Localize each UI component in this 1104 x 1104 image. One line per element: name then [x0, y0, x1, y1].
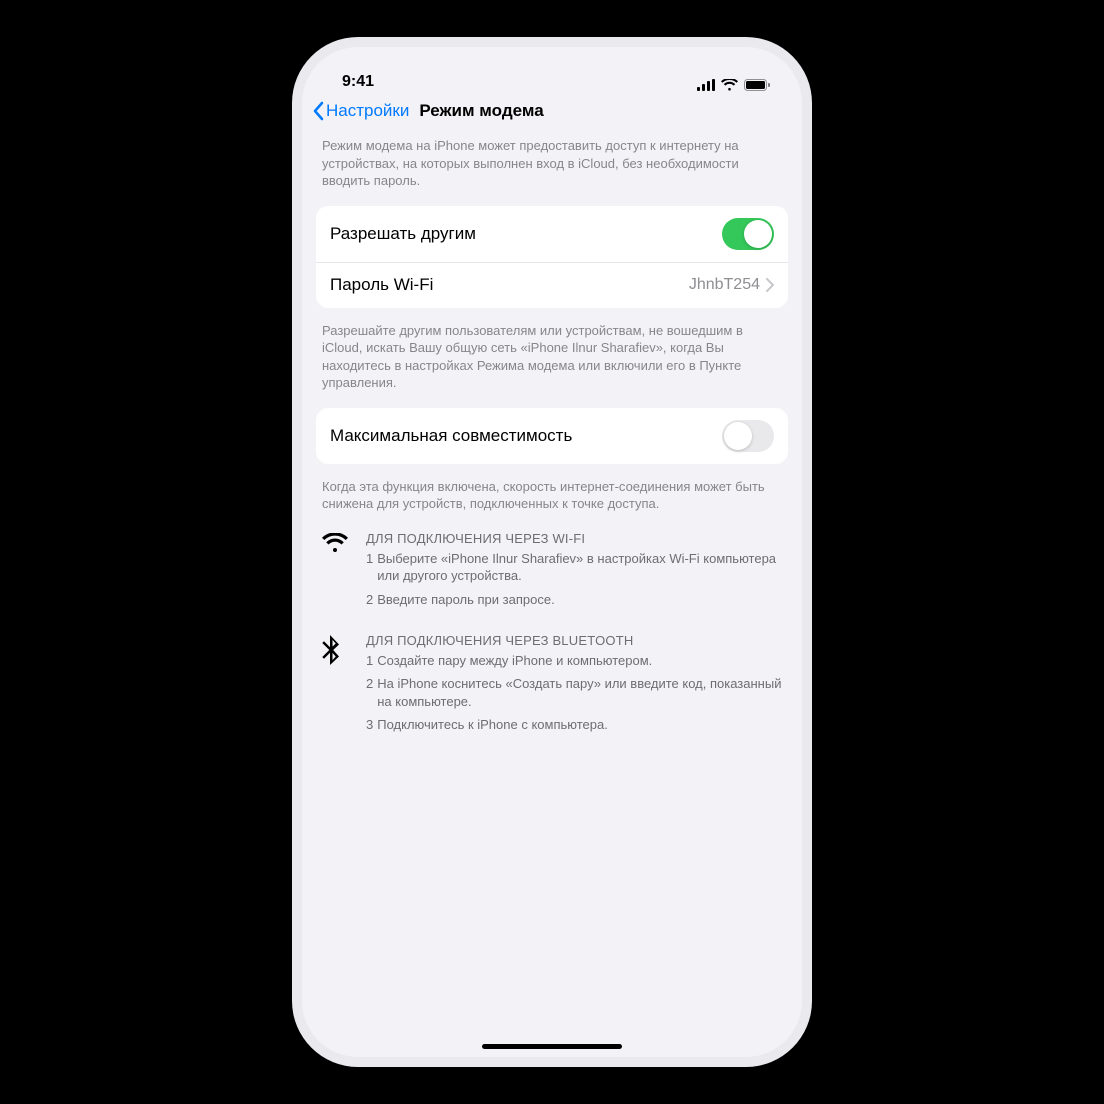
chevron-right-icon — [766, 278, 774, 292]
max-compat-toggle[interactable] — [722, 420, 774, 452]
wifi-instructions-title: ДЛЯ ПОДКЛЮЧЕНИЯ ЧЕРЕЗ WI-FI — [366, 531, 782, 546]
allow-others-toggle[interactable] — [722, 218, 774, 250]
wifi-step-1: 1Выберите «iPhone Ilnur Sharafiev» в нас… — [366, 550, 782, 585]
bt-step-1: 1Создайте пару между iPhone и компьютеро… — [366, 652, 782, 670]
instructions-section: ДЛЯ ПОДКЛЮЧЕНИЯ ЧЕРЕЗ WI-FI 1Выберите «i… — [302, 521, 802, 740]
max-compat-label: Максимальная совместимость — [330, 426, 572, 446]
status-bar: 9:41 — [302, 47, 802, 93]
max-compat-row: Максимальная совместимость — [316, 408, 788, 464]
back-label: Настройки — [326, 101, 409, 121]
wifi-password-row[interactable]: Пароль Wi-Fi JhnbT254 — [316, 262, 788, 308]
compat-group: Максимальная совместимость — [316, 408, 788, 464]
wifi-instruction-icon — [322, 531, 350, 615]
wifi-instructions: ДЛЯ ПОДКЛЮЧЕНИЯ ЧЕРЕЗ WI-FI 1Выберите «i… — [322, 531, 782, 615]
wifi-icon — [721, 79, 738, 91]
bluetooth-instructions-title: ДЛЯ ПОДКЛЮЧЕНИЯ ЧЕРЕЗ BLUETOOTH — [366, 633, 782, 648]
back-button[interactable]: Настройки — [312, 101, 409, 121]
bluetooth-instructions: ДЛЯ ПОДКЛЮЧЕНИЯ ЧЕРЕЗ BLUETOOTH 1Создайт… — [322, 633, 782, 740]
scroll-content[interactable]: Режим модема на iPhone может предоставит… — [302, 131, 802, 1057]
nav-bar: Настройки Режим модема — [302, 93, 802, 131]
home-indicator[interactable] — [482, 1044, 622, 1049]
bt-step-2: 2На iPhone коснитесь «Создать пару» или … — [366, 675, 782, 710]
cellular-signal-icon — [697, 79, 715, 91]
allow-others-row: Разрешать другим — [316, 206, 788, 262]
intro-text: Режим модема на iPhone может предоставит… — [302, 131, 802, 198]
bluetooth-instruction-icon — [322, 633, 350, 740]
bt-step-3: 3Подключитесь к iPhone с компьютера. — [366, 716, 782, 734]
phone-frame: 9:41 Настройки Режим модема Режим модема… — [302, 47, 802, 1057]
battery-icon — [744, 79, 770, 91]
status-icons — [697, 79, 770, 91]
hotspot-group: Разрешать другим Пароль Wi-Fi JhnbT254 — [316, 206, 788, 308]
wifi-password-value: JhnbT254 — [689, 276, 760, 294]
max-compat-footer: Когда эта функция включена, скорость инт… — [302, 472, 802, 521]
page-title: Режим модема — [419, 101, 543, 121]
wifi-password-label: Пароль Wi-Fi — [330, 275, 433, 295]
wifi-step-2: 2Введите пароль при запросе. — [366, 591, 782, 609]
status-time: 9:41 — [342, 73, 374, 91]
allow-others-label: Разрешать другим — [330, 224, 476, 244]
allow-others-footer: Разрешайте другим пользователям или устр… — [302, 316, 802, 400]
chevron-left-icon — [312, 101, 324, 121]
